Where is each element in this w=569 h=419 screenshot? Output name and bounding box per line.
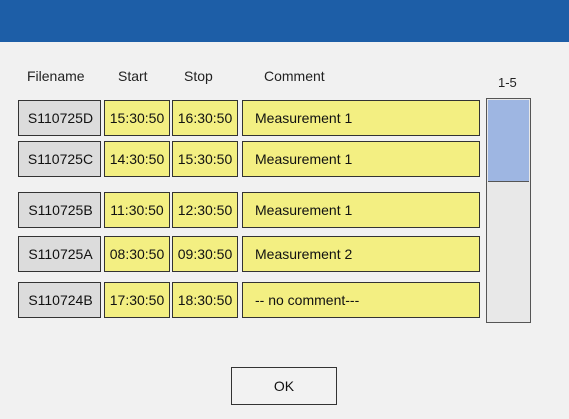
header-stop: Stop — [184, 68, 213, 84]
title-bar — [0, 0, 569, 42]
filename-cell[interactable]: S110725C — [18, 141, 101, 177]
ok-button[interactable]: OK — [231, 367, 337, 405]
start-cell[interactable]: 08:30:50 — [104, 236, 170, 272]
scrollbar-track[interactable] — [486, 98, 531, 323]
stop-cell[interactable]: 16:30:50 — [172, 100, 238, 136]
header-comment: Comment — [264, 68, 325, 84]
stop-cell[interactable]: 12:30:50 — [172, 192, 238, 228]
stop-cell[interactable]: 09:30:50 — [172, 236, 238, 272]
header-filename: Filename — [27, 68, 85, 84]
stop-cell[interactable]: 15:30:50 — [172, 141, 238, 177]
start-cell[interactable]: 11:30:50 — [104, 192, 170, 228]
start-cell[interactable]: 17:30:50 — [104, 282, 170, 318]
dialog-panel — [0, 42, 569, 419]
start-cell[interactable]: 15:30:50 — [104, 100, 170, 136]
comment-cell[interactable]: -- no comment--- — [242, 282, 480, 318]
start-cell[interactable]: 14:30:50 — [104, 141, 170, 177]
stop-cell[interactable]: 18:30:50 — [172, 282, 238, 318]
header-start: Start — [118, 68, 148, 84]
filename-cell[interactable]: S110724B — [18, 282, 101, 318]
filename-cell[interactable]: S110725D — [18, 100, 101, 136]
comment-cell[interactable]: Measurement 1 — [242, 192, 480, 228]
comment-cell[interactable]: Measurement 1 — [242, 100, 480, 136]
filename-cell[interactable]: S110725B — [18, 192, 101, 228]
comment-cell[interactable]: Measurement 1 — [242, 141, 480, 177]
filename-cell[interactable]: S110725A — [18, 236, 101, 272]
scrollbar-thumb[interactable] — [488, 100, 529, 182]
page-range-label: 1-5 — [498, 75, 517, 90]
comment-cell[interactable]: Measurement 2 — [242, 236, 480, 272]
